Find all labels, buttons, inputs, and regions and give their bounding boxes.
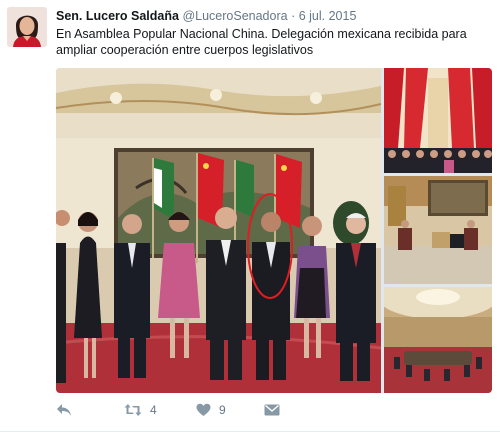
like-count: 9 <box>219 403 226 417</box>
author-handle[interactable]: @LuceroSenadora <box>182 9 287 23</box>
tweet[interactable]: Sen. Lucero Saldaña @LuceroSenadora · 6 … <box>0 0 500 432</box>
photo-side-2[interactable] <box>384 176 492 284</box>
retweet-icon[interactable] <box>124 403 142 417</box>
photo-side-3[interactable] <box>384 287 492 393</box>
photo-main[interactable] <box>56 68 381 393</box>
media-grid <box>56 68 492 393</box>
tweet-text: En Asamblea Popular Nacional China. Dele… <box>56 27 467 57</box>
reply-icon[interactable] <box>56 403 72 417</box>
photo-side-1[interactable] <box>384 68 492 173</box>
message-icon[interactable] <box>264 403 280 417</box>
like-action[interactable]: 9 <box>196 400 226 420</box>
tweet-actions: 4 9 <box>56 400 476 422</box>
tweet-header: Sen. Lucero Saldaña @LuceroSenadora · 6 … <box>56 9 356 23</box>
retweet-count: 4 <box>150 403 157 417</box>
author-name[interactable]: Sen. Lucero Saldaña <box>56 9 179 23</box>
retweet-action[interactable]: 4 <box>124 400 157 420</box>
heart-icon[interactable] <box>196 403 211 417</box>
reply-action[interactable] <box>56 400 72 420</box>
avatar-image <box>7 7 47 47</box>
separator-dot: · <box>291 9 296 23</box>
avatar[interactable] <box>7 7 47 47</box>
message-action[interactable] <box>264 400 280 420</box>
tweet-date[interactable]: 6 jul. 2015 <box>299 9 357 23</box>
